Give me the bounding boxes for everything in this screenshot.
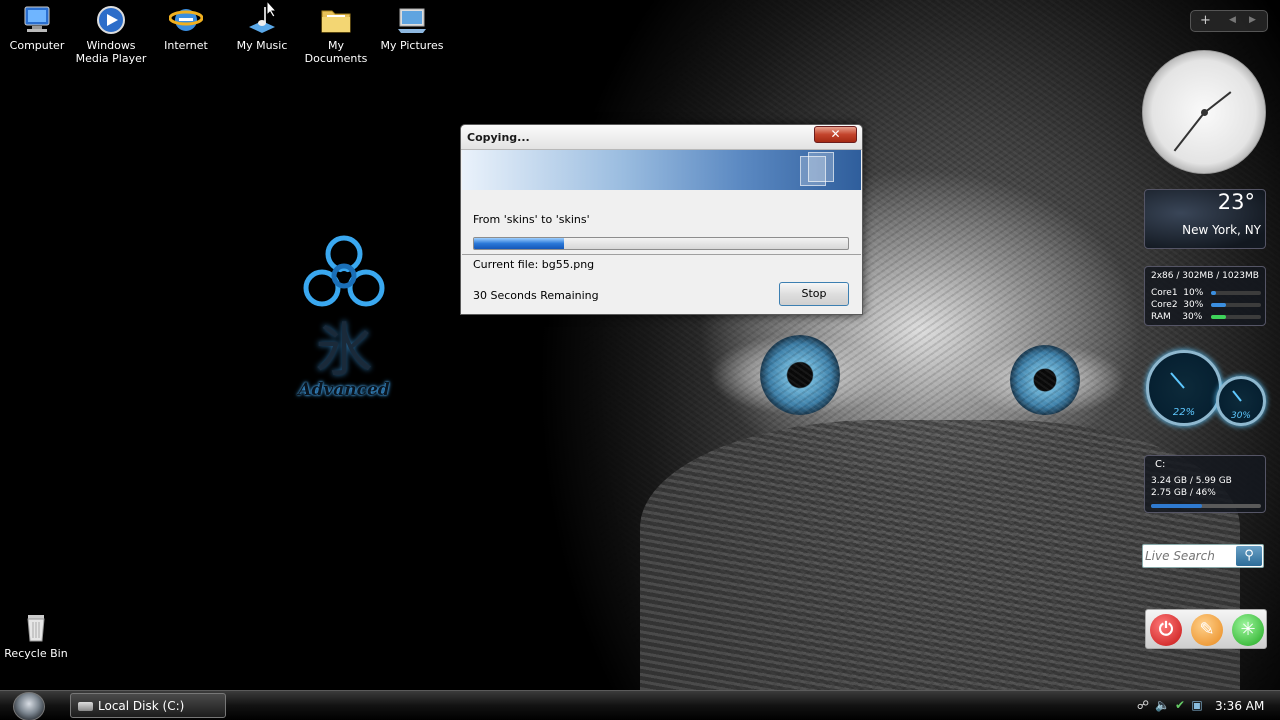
memory-gauge: 30%: [1216, 376, 1266, 426]
drive-usage-bar: [1151, 504, 1261, 508]
desktop-icon-label: Recycle Bin: [4, 647, 68, 660]
stop-button[interactable]: Stop: [779, 282, 849, 306]
close-icon: ✕: [830, 127, 841, 141]
copy-animation-banner: [462, 150, 861, 190]
copy-progress-dialog: Copying... ✕ From 'skins' to 'skins' Cur…: [460, 124, 863, 315]
core2-bar: [1211, 303, 1261, 307]
drive-meter-gadget[interactable]: C: 3.24 GB / 5.99 GB 2.75 GB / 46%: [1144, 455, 1266, 513]
shutdown-button[interactable]: ⏻: [1150, 614, 1182, 646]
desktop-icon-label: Internet: [164, 39, 208, 52]
weather-city: New York, NY: [1182, 223, 1261, 237]
internet-explorer-icon: [169, 9, 203, 31]
wallpaper-right-eye: [1010, 345, 1080, 415]
desktop-icon-label: My Documents: [304, 39, 368, 65]
sidebar-controls: + ◀ ▶: [1190, 10, 1268, 32]
close-button[interactable]: ✕: [814, 126, 857, 143]
document-icon: [808, 152, 834, 182]
start-button[interactable]: [13, 692, 45, 720]
logo-kanji: 氷: [314, 316, 373, 384]
media-player-icon: [97, 6, 125, 34]
clock-gadget[interactable]: [1142, 50, 1266, 174]
taskbar: Local Disk (C:) ☍ 🔈 ✔ ▣ 3:36 AM: [0, 690, 1280, 720]
desktop-icon-label: My Music: [236, 39, 288, 52]
desktop-icon-my-music[interactable]: My Music: [224, 3, 300, 52]
wallpaper-logo: 氷 Advanced: [282, 232, 406, 428]
taskbar-item-local-disk[interactable]: Local Disk (C:): [70, 693, 226, 718]
sparkle-icon: ✳: [1240, 619, 1256, 640]
dialog-titlebar[interactable]: Copying... ✕: [461, 125, 862, 150]
previous-page-button[interactable]: ◀: [1229, 15, 1236, 25]
restart-button[interactable]: ✳: [1232, 614, 1264, 646]
search-button[interactable]: ⚲: [1236, 546, 1262, 566]
network-tray-icon[interactable]: ☍: [1136, 698, 1150, 712]
desktop-icon-label: Computer: [9, 39, 65, 52]
desktop-icon-windows-media-player[interactable]: Windows Media Player: [73, 3, 149, 65]
next-page-button[interactable]: ▶: [1249, 15, 1256, 25]
clock-minute-hand: [1173, 112, 1205, 152]
drive-usage-line2: 2.75 GB / 46%: [1151, 488, 1216, 498]
copy-progress-bar: [473, 237, 849, 250]
taskbar-item-label: Local Disk (C:): [98, 699, 185, 713]
recycle-bin-icon: [27, 615, 45, 642]
ram-label: RAM 30%: [1151, 312, 1203, 322]
biohazard-icon: [303, 235, 385, 307]
wallpaper-left-eye: [760, 335, 840, 415]
cpu-gauge-value: 22%: [1172, 407, 1196, 418]
clock-center: [1201, 109, 1208, 116]
power-icon: ⏻: [1158, 619, 1174, 640]
volume-icon[interactable]: 🔈: [1155, 698, 1170, 712]
desktop-icon-label: My Pictures: [380, 39, 444, 52]
time-remaining-text: 30 Seconds Remaining: [473, 289, 599, 302]
current-file-text: Current file: bg55.png: [473, 258, 595, 271]
cpu-summary: 2x86 / 302MB / 1023MB: [1151, 271, 1259, 281]
search-icon: ⚲: [1244, 548, 1254, 563]
power-buttons-gadget: ⏻ ✎ ✳: [1145, 609, 1267, 649]
add-gadget-button[interactable]: +: [1200, 13, 1211, 28]
desktop-icon-recycle-bin[interactable]: Recycle Bin: [0, 611, 74, 660]
ram-bar: [1211, 315, 1261, 319]
computer-icon: [24, 6, 50, 32]
desktop-icon-computer[interactable]: Computer: [0, 3, 75, 52]
monitor-tray-icon[interactable]: ▣: [1190, 698, 1204, 712]
taskbar-clock[interactable]: 3:36 AM: [1215, 699, 1264, 713]
weather-temperature: 23°: [1217, 190, 1255, 214]
copy-progress-fill: [474, 238, 564, 249]
pictures-icon: [398, 8, 426, 33]
cpu-gauge: 22%: [1146, 350, 1222, 426]
dialog-divider: [462, 254, 861, 255]
logo-text: Advanced: [298, 380, 390, 400]
cpu-meter-gadget[interactable]: 2x86 / 302MB / 1023MB Core1 10% Core2 30…: [1144, 266, 1266, 326]
desktop-icon-my-pictures[interactable]: My Pictures: [374, 3, 450, 52]
desktop-wallpaper: [0, 0, 1280, 690]
core2-label: Core2 30%: [1151, 300, 1204, 310]
gauge-gadget[interactable]: 22% 30%: [1144, 348, 1268, 434]
memory-gauge-value: 30%: [1230, 411, 1251, 421]
drive-name: C:: [1155, 459, 1166, 470]
weather-gadget[interactable]: 23° New York, NY: [1144, 189, 1266, 249]
desktop-icon-my-documents[interactable]: My Documents: [298, 3, 374, 65]
dialog-title: Copying...: [467, 131, 530, 144]
folder-icon: [321, 10, 351, 33]
desktop-icon-internet[interactable]: Internet: [148, 3, 224, 52]
wrench-icon: ✎: [1199, 619, 1215, 640]
core1-bar: [1211, 291, 1261, 295]
desktop-icon-label: Windows Media Player: [75, 39, 147, 65]
live-search-input[interactable]: [1145, 547, 1233, 565]
copy-from-text: From 'skins' to 'skins': [473, 213, 590, 226]
drive-usage-line1: 3.24 GB / 5.99 GB: [1151, 476, 1232, 486]
core1-label: Core1 10%: [1151, 288, 1204, 298]
security-tray-icon[interactable]: ✔: [1173, 698, 1187, 712]
drive-icon: [78, 702, 93, 711]
live-search-gadget: ⚲: [1142, 544, 1264, 568]
settings-button[interactable]: ✎: [1191, 614, 1223, 646]
mouse-cursor-icon: [266, 0, 278, 18]
